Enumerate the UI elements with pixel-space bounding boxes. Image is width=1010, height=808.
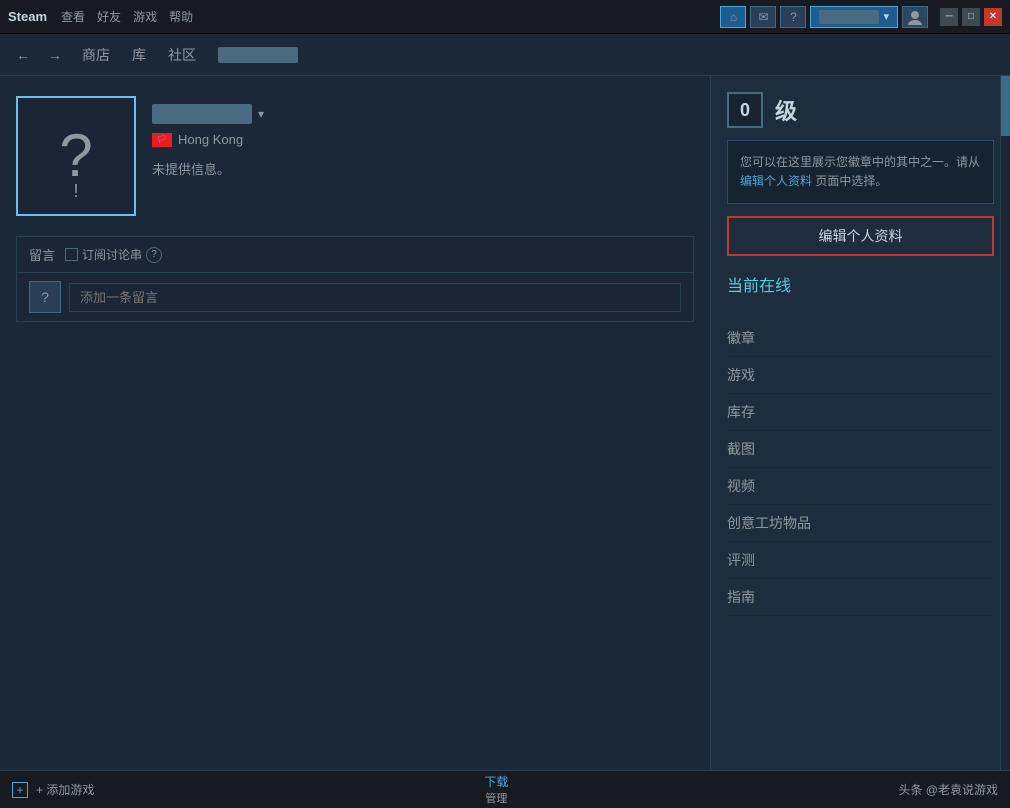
sidebar-item-reviews[interactable]: 评测 (727, 542, 994, 579)
profile-bio: 未提供信息。 (152, 159, 264, 178)
mail-icon[interactable]: ✉ (750, 6, 776, 28)
nav-library[interactable]: 库 (126, 41, 152, 69)
add-game-icon: + (12, 782, 28, 798)
sidebar-item-inventory[interactable]: 库存 (727, 394, 994, 431)
outer-scrollbar[interactable] (1000, 76, 1010, 770)
edit-profile-button[interactable]: 编辑个人资料 (727, 216, 994, 256)
maximize-button[interactable]: □ (962, 8, 980, 26)
nav-store[interactable]: 商店 (76, 41, 116, 69)
nav-username (212, 43, 304, 67)
subscribe-area: 订阅讨论串 ? (65, 246, 162, 263)
title-bar-right: ⌂ ✉ ? ▾ ─ □ ✕ (720, 6, 1002, 28)
download-sub: 管理 (484, 790, 508, 806)
main-content: ? ! ▾ 🏳 Hong Kong 未提供信息。 留言 (0, 76, 1010, 770)
add-comment-row: ? (17, 273, 693, 321)
download-label: 下载 (484, 773, 508, 790)
commenter-avatar: ? (29, 281, 61, 313)
profile-username: ▾ (152, 104, 264, 124)
avatar-small-icon[interactable] (902, 6, 928, 28)
comments-section: 留言 订阅讨论串 ? ? (16, 236, 694, 322)
username-display (152, 104, 252, 124)
title-bar: Steam 查看 好友 游戏 帮助 ⌂ ✉ ? ▾ ─ □ ✕ (0, 0, 1010, 34)
help-notif-icon[interactable]: ? (780, 6, 806, 28)
status-bar: + + 添加游戏 下载 管理 头条 @老袁说游戏 (0, 770, 1010, 808)
notification-area: ⌂ ✉ ? ▾ (720, 6, 928, 28)
username-dropdown-arrow[interactable]: ▾ (258, 107, 264, 121)
sidebar-item-screenshots[interactable]: 截图 (727, 431, 994, 468)
profile-header: ? ! ▾ 🏳 Hong Kong 未提供信息。 (16, 96, 694, 216)
badge-info-link[interactable]: 编辑个人资料 (740, 174, 812, 188)
username-blurred (819, 10, 879, 24)
subscribe-label: 订阅讨论串 (82, 246, 142, 263)
window-controls: ─ □ ✕ (940, 8, 1002, 26)
add-game-label: + 添加游戏 (36, 781, 94, 798)
forward-button[interactable]: → (44, 44, 66, 66)
comments-header: 留言 订阅讨论串 ? (17, 237, 693, 273)
avatar-question-mark: ? (59, 126, 92, 186)
watermark: 头条 @老袁说游戏 (898, 781, 998, 798)
sidebar-item-games[interactable]: 游戏 (727, 357, 994, 394)
steam-brand: Steam (8, 9, 47, 24)
badge-info-box: 您可以在这里展示您徽章中的其中之一。请从 编辑个人资料 页面中选择。 (727, 140, 994, 204)
add-game-button[interactable]: + + 添加游戏 (12, 781, 94, 798)
online-status: 当前在线 (727, 272, 994, 304)
menu-friends[interactable]: 好友 (97, 8, 121, 25)
minimize-button[interactable]: ─ (940, 8, 958, 26)
level-number: 0 (740, 100, 750, 121)
sidebar-item-badges[interactable]: 徽章 (727, 320, 994, 357)
profile-location: 🏳 Hong Kong (152, 132, 264, 147)
nav-community[interactable]: 社区 (162, 41, 202, 69)
subscribe-help-icon[interactable]: ? (146, 247, 162, 263)
badge-info-text2: 页面中选择。 (815, 174, 887, 188)
avatar-exclaim-mark: ! (73, 181, 78, 202)
avatar-container: ? ! (16, 96, 136, 216)
location-text: Hong Kong (178, 132, 243, 147)
back-button[interactable]: ← (12, 44, 34, 66)
profile-info: ▾ 🏳 Hong Kong 未提供信息。 (152, 96, 264, 178)
level-badge: 0 (727, 92, 763, 128)
download-area[interactable]: 下载 管理 (484, 773, 508, 806)
nav-bar: ← → 商店 库 社区 (0, 34, 1010, 76)
profile-area: ? ! ▾ 🏳 Hong Kong 未提供信息。 留言 (0, 76, 710, 770)
title-bar-menu: 查看 好友 游戏 帮助 (61, 8, 193, 25)
close-button[interactable]: ✕ (984, 8, 1002, 26)
user-dropdown[interactable]: ▾ (810, 6, 898, 28)
menu-games[interactable]: 游戏 (133, 8, 157, 25)
right-sidebar: 0 级 您可以在这里展示您徽章中的其中之一。请从 编辑个人资料 页面中选择。 编… (710, 76, 1010, 770)
comments-title: 留言 (29, 245, 55, 264)
subscribe-checkbox[interactable] (65, 248, 78, 261)
hk-flag-icon: 🏳 (152, 133, 172, 147)
badge-info-text1: 您可以在这里展示您徽章中的其中之一。请从 (740, 155, 980, 169)
level-label: 级 (775, 94, 797, 126)
sidebar-item-workshop[interactable]: 创意工坊物品 (727, 505, 994, 542)
title-bar-left: Steam 查看 好友 游戏 帮助 (8, 8, 193, 25)
level-section: 0 级 (727, 92, 994, 128)
sidebar-nav: 徽章 游戏 库存 截图 视频 创意工坊物品 评测 指南 (727, 320, 994, 616)
comment-input[interactable] (69, 283, 681, 312)
dropdown-icon: ▾ (883, 10, 889, 23)
scrollbar-thumb (1001, 76, 1010, 136)
menu-view[interactable]: 查看 (61, 8, 85, 25)
home-icon[interactable]: ⌂ (720, 6, 746, 28)
sidebar-item-guides[interactable]: 指南 (727, 579, 994, 616)
sidebar-item-videos[interactable]: 视频 (727, 468, 994, 505)
menu-help[interactable]: 帮助 (169, 8, 193, 25)
